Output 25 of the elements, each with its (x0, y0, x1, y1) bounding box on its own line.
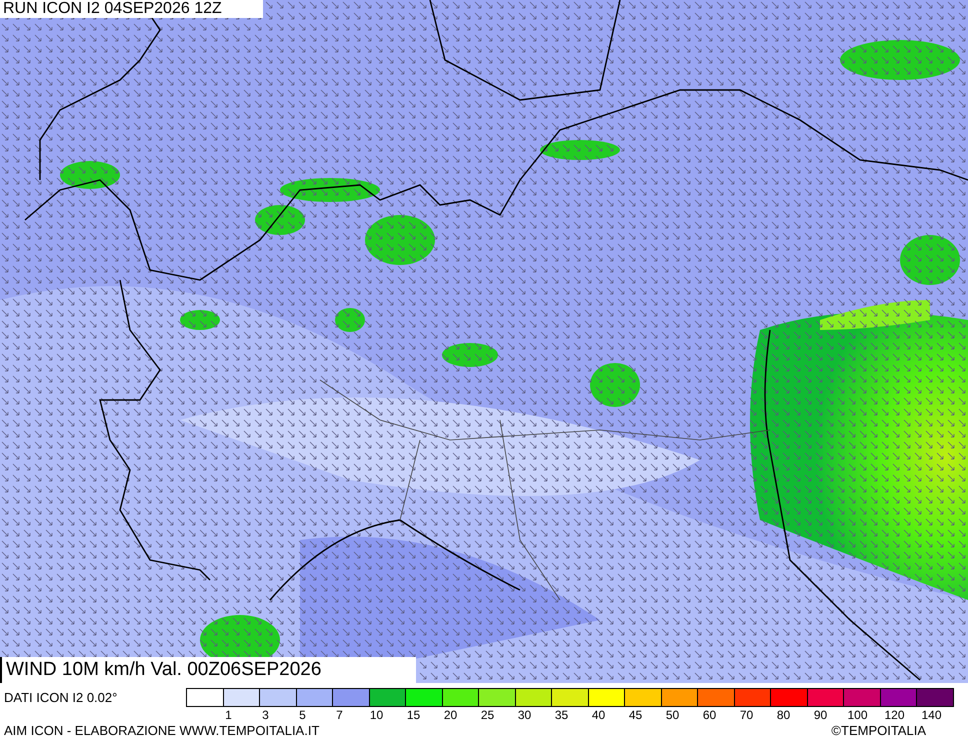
scale-tick-label: 70 (740, 708, 754, 722)
credit-text: AIM ICON - ELABORAZIONE WWW.TEMPOITALIA.IT (4, 723, 320, 738)
scale-tick-label: 1 (225, 708, 232, 722)
scale-tick-label: 5 (299, 708, 306, 722)
scale-tick-label: 60 (702, 708, 716, 722)
scale-tick-label: 30 (518, 708, 532, 722)
scale-tick-label: 20 (444, 708, 458, 722)
scale-tick-label: 50 (666, 708, 680, 722)
scale-tick-label: 100 (847, 708, 868, 722)
scale-tick-label: 45 (628, 708, 642, 722)
map-title: WIND 10M km/h Val. 00Z06SEP2026 (0, 657, 416, 683)
scale-tick-label: 3 (262, 708, 269, 722)
scale-tick-label: 90 (814, 708, 828, 722)
data-source-label: DATI ICON I2 0.02° (3, 689, 118, 705)
scale-tick-label: 10 (370, 708, 384, 722)
scale-tick-label: 140 (921, 708, 942, 722)
scale-tick-label: 7 (336, 708, 343, 722)
scale-tick-label: 15 (406, 708, 420, 722)
scale-tick-label: 25 (480, 708, 494, 722)
scale-tick-label: 120 (884, 708, 905, 722)
copyright-text: ©TEMPOITALIA (831, 723, 926, 738)
scale-tick-label: 35 (554, 708, 568, 722)
run-title: RUN ICON I2 04SEP2026 12Z (0, 0, 263, 18)
scale-tick-label: 80 (776, 708, 790, 722)
scale-tick-label: 40 (592, 708, 606, 722)
